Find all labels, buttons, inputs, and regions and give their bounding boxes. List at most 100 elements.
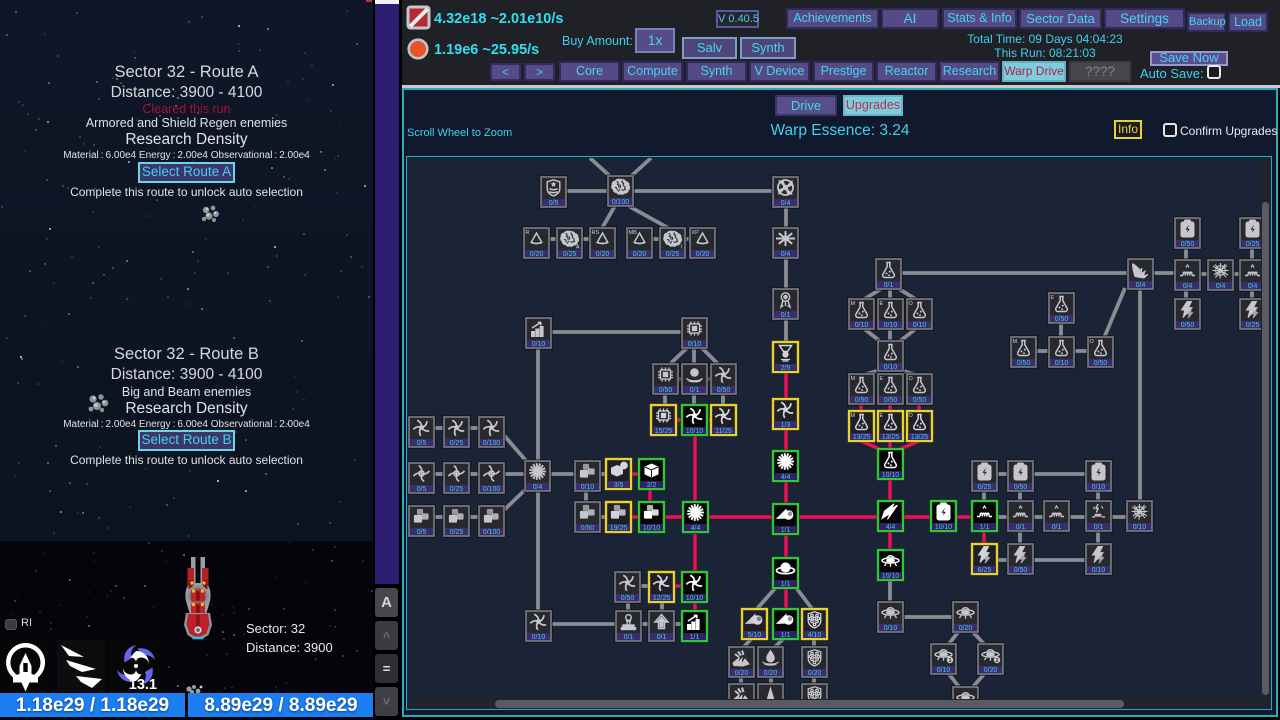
svg-text:0/50: 0/50 [1017,360,1031,367]
svg-text:0/100: 0/100 [612,199,629,206]
svg-text:1/1: 1/1 [781,581,791,588]
svg-text:0/5: 0/5 [417,529,427,536]
svg-text:O: O [909,301,914,307]
svg-text:0/50: 0/50 [884,397,898,404]
svg-text:RS: RS [592,230,600,236]
svg-text:4/10: 4/10 [808,632,822,639]
svg-text:0/50: 0/50 [1055,316,1069,323]
svg-text:0/50: 0/50 [855,397,869,404]
svg-text:2/2: 2/2 [647,482,657,489]
svg-text:6/25: 6/25 [978,567,992,574]
svg-text:0/4: 0/4 [533,484,543,491]
svg-text:0/20: 0/20 [959,625,973,632]
svg-text:10/10: 10/10 [686,428,703,435]
svg-text:0/4: 0/4 [1216,283,1226,290]
svg-text:0/10: 0/10 [913,322,927,329]
svg-text:E: E [880,413,884,419]
svg-text:0/50: 0/50 [581,525,595,532]
svg-text:0/10: 0/10 [884,322,898,329]
svg-text:2/5: 2/5 [781,365,791,372]
svg-text:12/25: 12/25 [653,595,670,602]
svg-text:0/1: 0/1 [1094,524,1104,531]
svg-text:0/20: 0/20 [696,251,710,258]
svg-text:10/10: 10/10 [935,524,952,531]
svg-text:0/10: 0/10 [855,322,869,329]
svg-text:11/25: 11/25 [715,428,732,435]
svg-text:0/20: 0/20 [633,251,647,258]
svg-text:0/25: 0/25 [666,251,680,258]
svg-text:0/20: 0/20 [984,667,998,674]
svg-text:0/50: 0/50 [659,387,673,394]
svg-text:13/25: 13/25 [911,434,928,441]
svg-text:0/10: 0/10 [1133,524,1147,531]
svg-text:0/5: 0/5 [417,486,427,493]
svg-text:0/25: 0/25 [450,529,464,536]
svg-text:0/20: 0/20 [764,670,778,677]
svg-text:4/4: 4/4 [886,524,896,531]
svg-text:1/1: 1/1 [690,634,700,641]
svg-text:1/1: 1/1 [781,527,791,534]
svg-text:A: A [576,245,580,251]
svg-text:0/50: 0/50 [1181,322,1195,329]
svg-text:0/10: 0/10 [1055,360,1069,367]
svg-text:0/25: 0/25 [978,484,992,491]
svg-text:0/50: 0/50 [913,397,927,404]
svg-text:0/10: 0/10 [532,634,546,641]
svg-text:0/5: 0/5 [549,200,559,207]
svg-text:0/10: 0/10 [884,625,898,632]
svg-text:E: E [880,301,884,307]
svg-text:0/25: 0/25 [563,251,577,258]
svg-text:2: 2 [996,658,999,664]
svg-text:O: O [1090,339,1095,345]
svg-text:M: M [851,301,856,307]
svg-text:5/10: 5/10 [748,632,762,639]
svg-text:1: 1 [622,464,625,470]
svg-text:0/50: 0/50 [1014,484,1028,491]
svg-text:15/25: 15/25 [655,428,672,435]
svg-text:0/50: 0/50 [621,595,635,602]
svg-text:1: 1 [949,658,952,664]
svg-text:3/5: 3/5 [614,482,624,489]
svg-text:O: O [909,376,914,382]
svg-text:0/1: 0/1 [781,312,791,319]
svg-text:0/20: 0/20 [735,670,749,677]
svg-text:XP: XP [692,230,700,236]
svg-text:M: M [851,413,856,419]
svg-text:0/50: 0/50 [1181,241,1195,248]
svg-text:0/4: 0/4 [1248,283,1258,290]
svg-text:0/1: 0/1 [690,387,700,394]
svg-text:19/25: 19/25 [610,525,627,532]
svg-text:0/5: 0/5 [417,440,427,447]
svg-text:0/25: 0/25 [1246,322,1260,329]
svg-text:10/10: 10/10 [643,525,660,532]
svg-text:0/1: 0/1 [884,282,894,289]
svg-text:0/20: 0/20 [808,670,822,677]
svg-text:10/10: 10/10 [882,472,899,479]
svg-text:0/1: 0/1 [657,634,667,641]
svg-text:O: O [909,413,914,419]
svg-text:0/10: 0/10 [581,484,595,491]
svg-text:0/10: 0/10 [688,341,702,348]
svg-text:0/10: 0/10 [1092,567,1106,574]
svg-text:0/10: 0/10 [884,364,898,371]
svg-text:0/10: 0/10 [937,667,951,674]
svg-text:0/50: 0/50 [717,387,731,394]
svg-text:13/25: 13/25 [853,434,870,441]
svg-text:E: E [880,376,884,382]
svg-text:0/50: 0/50 [1014,567,1028,574]
svg-text:E: E [1051,295,1055,301]
svg-text:0/20: 0/20 [530,251,544,258]
svg-text:0/25: 0/25 [450,486,464,493]
svg-text:4/4: 4/4 [691,525,701,532]
svg-text:0/10: 0/10 [1092,484,1106,491]
svg-text:0/1: 0/1 [1052,524,1062,531]
svg-text:0/4: 0/4 [781,200,791,207]
svg-text:0/25: 0/25 [1246,241,1260,248]
svg-text:4/4: 4/4 [781,474,791,481]
svg-text:0/100: 0/100 [483,529,500,536]
svg-text:1/3: 1/3 [781,422,791,429]
svg-text:0/20: 0/20 [596,251,610,258]
svg-text:10/10: 10/10 [882,573,899,580]
svg-text:0/1: 0/1 [624,634,634,641]
svg-text:0/4: 0/4 [781,251,791,258]
